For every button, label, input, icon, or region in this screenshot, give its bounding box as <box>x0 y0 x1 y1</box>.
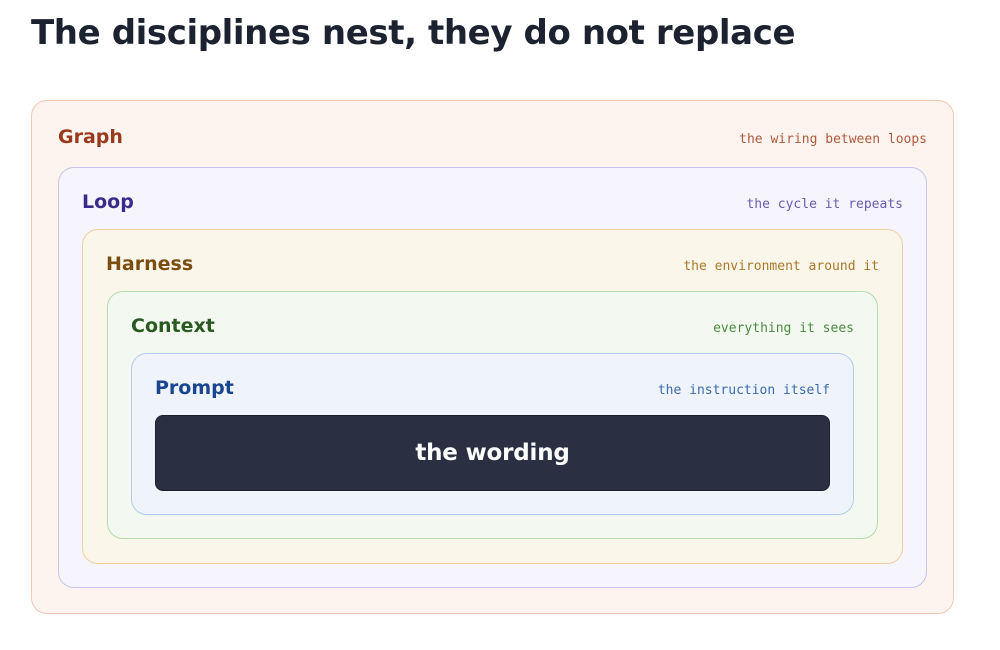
layer-loop-name: Loop <box>82 191 134 213</box>
layer-loop-description: the cycle it repeats <box>746 197 903 212</box>
layer-prompt-description: the instruction itself <box>657 383 830 398</box>
layer-context-description: everything it sees <box>713 321 854 336</box>
core-wording-label: the wording <box>415 440 570 466</box>
core-wording-box: the wording <box>155 415 830 491</box>
page-title: The disciplines nest, they do not replac… <box>31 13 796 53</box>
layer-prompt-name: Prompt <box>155 377 234 399</box>
layer-graph-description: the wiring between loops <box>739 132 927 147</box>
layer-harness-description: the environment around it <box>683 259 879 274</box>
layer-graph-name: Graph <box>58 126 123 148</box>
layer-harness-name: Harness <box>106 253 194 275</box>
layer-context-name: Context <box>131 315 215 337</box>
